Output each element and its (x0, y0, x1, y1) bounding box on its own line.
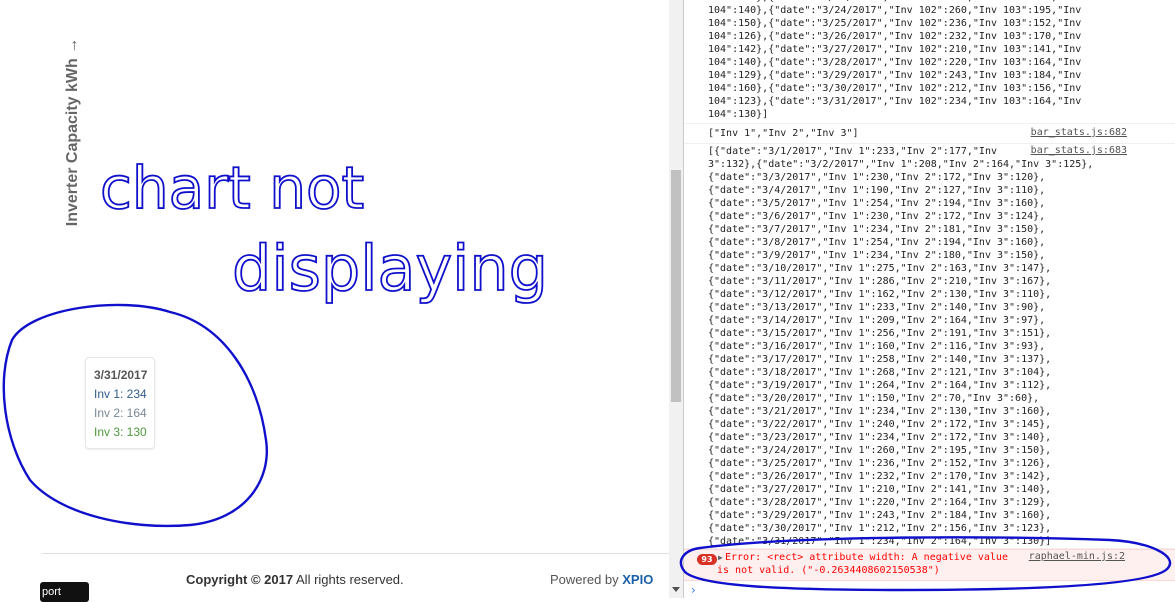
console-line: {"date":"3/7/2017","Inv 1":234,"Inv 2":1… (708, 224, 1046, 235)
console-line: {"date":"3/14/2017","Inv 1":209,"Inv 2":… (708, 315, 1046, 326)
console-line: {"date":"3/20/2017","Inv 1":150,"Inv 2":… (708, 393, 1040, 404)
console-line: {"date":"3/12/2017","Inv 1":162,"Inv 2":… (708, 289, 1052, 300)
tooltip-series-inv2: Inv 2: 164 (94, 406, 147, 420)
console-line: {"date":"3/9/2017","Inv 1":234,"Inv 2":1… (708, 250, 1046, 261)
y-axis-label: Inverter Capacity kWh → (64, 37, 81, 227)
chart-tooltip: 3/31/2017 Inv 1: 234 Inv 2: 164 Inv 3: 1… (85, 357, 155, 449)
console-line: {"date":"3/3/2017","Inv 1":230,"Inv 2":1… (708, 172, 1046, 183)
error-count-badge: 93 (697, 554, 717, 565)
console-line: {"date":"3/11/2017","Inv 1":286,"Inv 2":… (708, 276, 1052, 287)
console-message: 104":145},{"date":"3/23/2017","Inv 102":… (684, 0, 1175, 124)
console-line: 104":160},{"date":"3/30/2017","Inv 102":… (708, 83, 1082, 94)
devtools-console: 104":145},{"date":"3/23/2017","Inv 102":… (683, 0, 1175, 598)
tooltip-series-inv3: Inv 3: 130 (94, 425, 147, 439)
scrollbar-thumb[interactable] (671, 170, 681, 402)
console-line: {"date":"3/13/2017","Inv 1":233,"Inv 2":… (708, 302, 1046, 313)
console-line: 104":126},{"date":"3/26/2017","Inv 102":… (708, 31, 1082, 42)
console-line: {"date":"3/30/2017","Inv 1":212,"Inv 2":… (708, 523, 1052, 534)
console-line: {"date":"3/15/2017","Inv 1":256,"Inv 2":… (708, 328, 1052, 339)
console-line: {"date":"3/22/2017","Inv 1":240,"Inv 2":… (708, 419, 1052, 430)
error-line-2: is not valid. ("-0.2634408602150538") (717, 565, 940, 576)
console-line: {"date":"3/19/2017","Inv 1":264,"Inv 2":… (708, 380, 1052, 391)
powered-brand-link[interactable]: XPIO (622, 572, 653, 587)
console-line: {"date":"3/17/2017","Inv 1":258,"Inv 2":… (708, 354, 1052, 365)
console-line: {"date":"3/5/2017","Inv 1":254,"Inv 2":1… (708, 198, 1046, 209)
tooltip-date: 3/31/2017 (94, 368, 148, 382)
console-line: 104":129},{"date":"3/29/2017","Inv 102":… (708, 70, 1082, 81)
page-footer: Copyright © 2017 All rights reserved. Po… (42, 553, 669, 599)
powered-prefix: Powered by (550, 572, 623, 587)
console-line: {"date":"3/31/2017","Inv 1":234,"Inv 2":… (708, 536, 1052, 547)
copyright-bold: Copyright © 2017 (186, 572, 294, 587)
console-message-text: 104":145},{"date":"3/23/2017","Inv 102":… (708, 0, 1081, 121)
console-line: {"date":"3/26/2017","Inv 1":232,"Inv 2":… (708, 471, 1052, 482)
console-line: 104":140},{"date":"3/24/2017","Inv 102":… (708, 5, 1082, 16)
console-line: {"date":"3/4/2017","Inv 1":190,"Inv 2":1… (708, 185, 1046, 196)
console-source-link[interactable]: bar_stats.js:682 (1031, 127, 1127, 138)
console-line: 3":132},{"date":"3/2/2017","Inv 1":208,"… (708, 159, 1094, 170)
console-line: 104":150},{"date":"3/25/2017","Inv 102":… (708, 18, 1082, 29)
console-line: {"date":"3/25/2017","Inv 1":236,"Inv 2":… (708, 458, 1052, 469)
console-line: {"date":"3/18/2017","Inv 1":268,"Inv 2":… (708, 367, 1052, 378)
console-line: 104":123},{"date":"3/31/2017","Inv 102":… (708, 96, 1082, 107)
console-line: {"date":"3/28/2017","Inv 1":220,"Inv 2":… (708, 497, 1052, 508)
copyright-rest: All rights reserved. (293, 572, 404, 587)
console-line: 104":130}] (708, 109, 769, 120)
console-message-text: ["Inv 1","Inv 2","Inv 3"] (708, 128, 859, 139)
console-line: [{"date":"3/1/2017","Inv 1":233,"Inv 2":… (708, 146, 997, 157)
console-message-text: [{"date":"3/1/2017","Inv 1":233,"Inv 2":… (708, 145, 1093, 548)
page-area: Inverter Capacity kWh → 3/31/2017 Inv 1:… (0, 0, 669, 602)
console-error-message: 93 ▶ Error: <rect> attribute width: A ne… (684, 549, 1175, 581)
page-scrollbar[interactable] (669, 0, 683, 598)
error-source-link[interactable]: raphael-min.js:2 (1029, 551, 1125, 562)
console-line: {"date":"3/6/2017","Inv 1":230,"Inv 2":1… (708, 211, 1046, 222)
console-line: {"date":"3/8/2017","Inv 1":254,"Inv 2":1… (708, 237, 1046, 248)
powered-by: Powered by XPIO (550, 572, 653, 587)
console-prompt-chevron-icon[interactable]: › (691, 583, 696, 597)
console-line: {"date":"3/29/2017","Inv 1":243,"Inv 2":… (708, 510, 1052, 521)
error-text: Error: <rect> attribute width: A negativ… (717, 551, 1008, 577)
console-message: ["Inv 1","Inv 2","Inv 3"] bar_stats.js:6… (684, 124, 1175, 144)
console-message: bar_stats.js:683 [{"date":"3/1/2017","In… (684, 144, 1175, 549)
console-line: {"date":"3/21/2017","Inv 1":234,"Inv 2":… (708, 406, 1052, 417)
console-line: 104":140},{"date":"3/28/2017","Inv 102":… (708, 57, 1082, 68)
console-line: {"date":"3/24/2017","Inv 1":260,"Inv 2":… (708, 445, 1052, 456)
report-button[interactable]: port (40, 582, 89, 602)
console-line: {"date":"3/10/2017","Inv 1":275,"Inv 2":… (708, 263, 1052, 274)
console-line: 104":142},{"date":"3/27/2017","Inv 102":… (708, 44, 1082, 55)
console-line: {"date":"3/23/2017","Inv 1":234,"Inv 2":… (708, 432, 1052, 443)
console-line: {"date":"3/27/2017","Inv 1":210,"Inv 2":… (708, 484, 1052, 495)
tooltip-series-inv1: Inv 1: 234 (94, 387, 147, 401)
copyright-text: Copyright © 2017 All rights reserved. (186, 572, 404, 587)
scroll-down-arrow-icon[interactable] (672, 587, 680, 592)
error-line-1: Error: <rect> attribute width: A negativ… (725, 552, 1008, 563)
console-line: {"date":"3/16/2017","Inv 1":160,"Inv 2":… (708, 341, 1046, 352)
